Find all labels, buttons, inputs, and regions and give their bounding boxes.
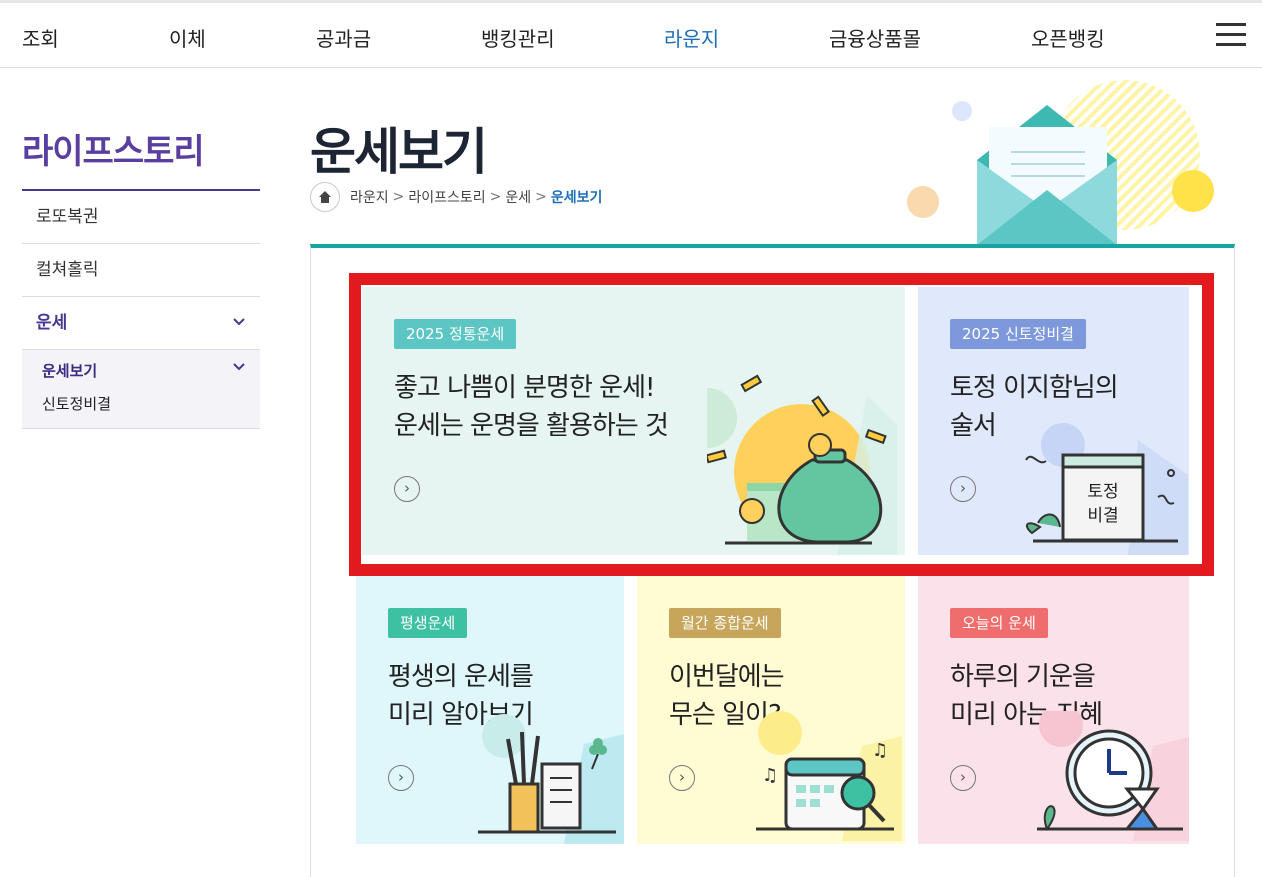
card-line: 평생의 운세를 xyxy=(388,662,534,692)
home-icon[interactable] xyxy=(310,182,340,212)
breadcrumb-item[interactable]: 운세 xyxy=(505,187,531,207)
card-badge: 월간 종합운세 xyxy=(669,608,781,638)
chevron-right-icon[interactable]: › xyxy=(669,765,695,791)
highlight-box xyxy=(349,273,1214,576)
nav-item-financial-mall[interactable]: 금융상품몰 xyxy=(829,23,921,52)
page-title: 운세보기 xyxy=(310,123,488,181)
clock-icon xyxy=(1037,711,1189,841)
breadcrumb-separator: > xyxy=(489,189,502,205)
sidebar-item-fortune[interactable]: 운세 xyxy=(22,297,260,350)
card-line: 이번달에는 xyxy=(669,662,785,692)
sidebar-item-label: 로또복권 xyxy=(36,207,99,227)
card-monthly-fortune[interactable]: 월간 종합운세 이번달에는 무슨 일이? › ♫ ♫ xyxy=(637,576,905,844)
breadcrumb: 라운지 > 라이프스토리 > 운세 > 운세보기 xyxy=(310,182,602,212)
svg-text:♫: ♫ xyxy=(762,765,778,786)
nav-item-open-banking[interactable]: 오픈뱅킹 xyxy=(1031,23,1105,52)
card-daily-fortune[interactable]: 오늘의 운세 하루의 기운을 미리 아는 지혜 › xyxy=(918,576,1189,844)
nav-item-utility-bills[interactable]: 공과금 xyxy=(316,23,371,52)
sidebar-item-lotto[interactable]: 로또복권 xyxy=(22,191,260,244)
brush-cup-icon xyxy=(478,714,624,844)
chevron-right-icon[interactable]: › xyxy=(388,765,414,791)
chevron-down-icon xyxy=(232,360,246,378)
menu-icon[interactable] xyxy=(1216,23,1246,47)
nav-item-inquiry[interactable]: 조회 xyxy=(22,23,59,52)
sidebar-menu: 로또복권 컬쳐홀릭 운세 운세보기 신토정비결 xyxy=(22,189,260,429)
calendar-icon: ♫ ♫ xyxy=(756,711,902,841)
card-line: 하루의 기운을 xyxy=(950,662,1096,692)
card-lifetime-fortune[interactable]: 평생운세 평생의 운세를 미리 알아보기 › xyxy=(356,576,624,844)
sidebar-submenu: 운세보기 신토정비결 xyxy=(22,350,260,429)
breadcrumb-item[interactable]: 라이프스토리 xyxy=(408,187,485,207)
breadcrumb-separator: > xyxy=(392,189,405,205)
sidebar-item-label: 운세 xyxy=(36,313,68,333)
sidebar-item-label: 컬쳐홀릭 xyxy=(36,260,99,280)
nav-item-banking-management[interactable]: 뱅킹관리 xyxy=(481,23,555,52)
chevron-right-icon[interactable]: › xyxy=(950,765,976,791)
card-badge: 평생운세 xyxy=(388,608,468,638)
nav-item-lounge[interactable]: 라운지 xyxy=(664,23,719,52)
nav-item-transfer[interactable]: 이체 xyxy=(169,23,206,52)
breadcrumb-separator: > xyxy=(535,189,547,205)
card-badge: 오늘의 운세 xyxy=(950,608,1048,638)
sidebar-subitem-tojeong[interactable]: 신토정비결 xyxy=(42,393,260,414)
breadcrumb-item[interactable]: 라운지 xyxy=(350,187,389,207)
sidebar-item-culture[interactable]: 컬쳐홀릭 xyxy=(22,244,260,297)
top-navigation: 조회 이체 공과금 뱅킹관리 라운지 금융상품몰 오픈뱅킹 xyxy=(0,0,1262,68)
sidebar-subitem-fortune-view[interactable]: 운세보기 xyxy=(42,360,260,381)
breadcrumb-current: 운세보기 xyxy=(550,190,603,206)
svg-text:♫: ♫ xyxy=(872,740,888,761)
envelope-illustration xyxy=(907,80,1214,245)
sidebar-title: 라이프스토리 xyxy=(22,132,205,172)
